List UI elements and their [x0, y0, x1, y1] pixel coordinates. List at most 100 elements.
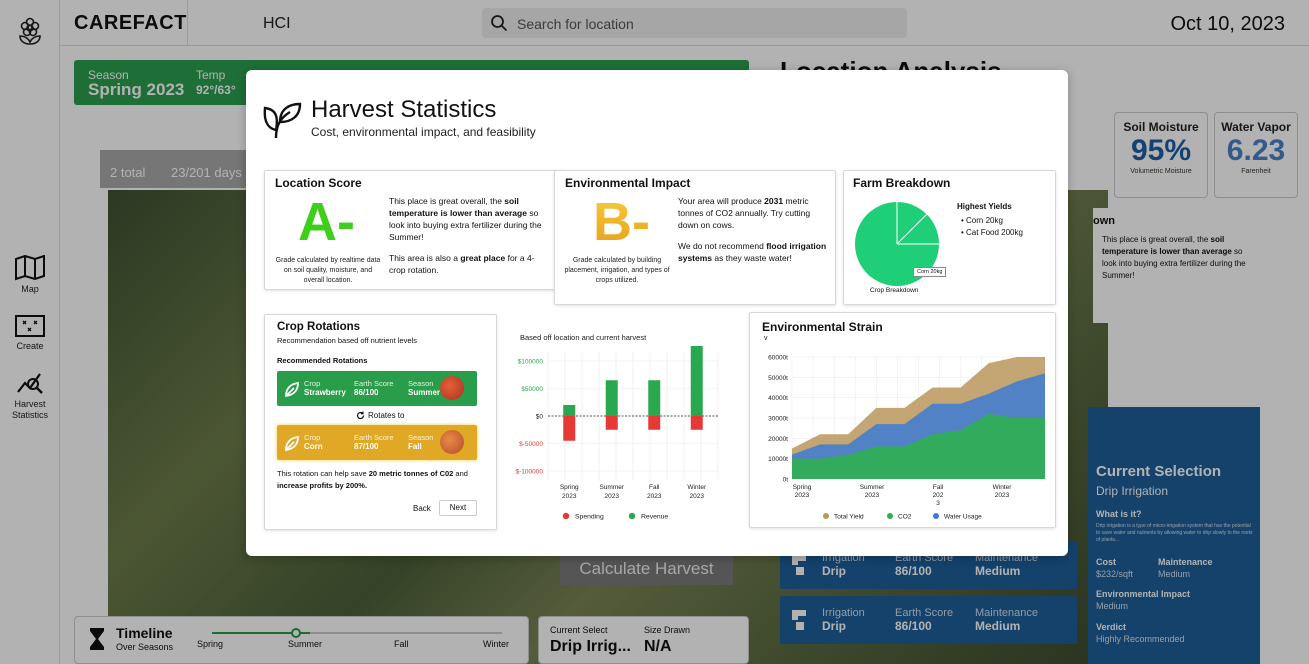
- bar-spending: [690, 416, 703, 430]
- bar-revenue: [605, 380, 618, 416]
- x-tick-label: 2023: [605, 493, 620, 500]
- environmental-grade: B-: [593, 192, 650, 252]
- y-tick-label: $50000: [521, 386, 543, 393]
- rotation-label: Season: [408, 379, 434, 388]
- finance-chart-sub: Based off location and current harvest: [520, 333, 647, 342]
- x-tick-label: 2023: [995, 492, 1010, 499]
- environmental-strain-chart[interactable]: 60000t 50000t 40000t 30000t 20000t 10000t 0t Sp…: [750, 343, 1055, 528]
- y-tick-label: 50000t: [768, 375, 788, 382]
- rotation-value: Strawberry: [304, 388, 346, 397]
- environmental-impact-panel: Environmental Impact B- Grade calculated…: [554, 170, 836, 305]
- leaf-icon: [285, 435, 299, 452]
- y-tick-label: $100000: [518, 359, 544, 366]
- pie-caption: Crop Breakdown: [870, 287, 919, 294]
- x-tick-label: 2023: [690, 493, 705, 500]
- y-tick-label: 10000t: [768, 456, 788, 463]
- rotation-label: Crop: [304, 433, 321, 442]
- x-tick-label: 2023: [865, 492, 880, 499]
- x-tick-label: 2023: [795, 492, 810, 499]
- legend-marker: [887, 513, 893, 519]
- next-button[interactable]: Next: [439, 500, 477, 516]
- bar-revenue: [563, 405, 576, 416]
- y-tick-label: 40000t: [768, 395, 788, 402]
- x-tick-label: Summer: [599, 484, 624, 491]
- rotation-label: Earth Score: [354, 433, 394, 442]
- x-tick-label: Summer: [860, 484, 885, 491]
- rotation-card-strawberry[interactable]: Crop Strawberry Earth Score 86/100 Seaso…: [277, 371, 477, 406]
- environmental-text: Your area will produce 2031 metric tonne…: [678, 196, 827, 263]
- panel-title: Environmental Impact: [565, 176, 691, 190]
- modal-subtitle: Cost, environmental impact, and feasibil…: [311, 125, 536, 139]
- panel-title: Crop Rotations: [277, 321, 361, 333]
- rotation-value: 87/100: [354, 442, 379, 451]
- legend-marker: [933, 513, 939, 519]
- strawberry-image: [440, 376, 464, 400]
- x-tick-label: 3: [936, 500, 940, 507]
- leaf-icon: [263, 102, 302, 139]
- crop-rotations-panel: Crop Rotations Recommendation based off …: [264, 314, 497, 530]
- legend-label: Water Usage: [944, 514, 982, 521]
- x-tick-label: Winter: [993, 484, 1013, 491]
- bar-spending: [605, 416, 618, 430]
- x-tick-label: Fall: [649, 484, 660, 491]
- panel-title: Location Score: [275, 176, 362, 190]
- modal-title: Harvest Statistics: [311, 96, 497, 123]
- rotation-value: Corn: [304, 442, 323, 451]
- y-tick-label: 20000t: [768, 436, 788, 443]
- rotation-value: Summer: [408, 388, 441, 397]
- finance-bar-chart[interactable]: $100000 $50000 $0 $-50000 $-100000 Spring 2023…: [508, 346, 728, 526]
- farm-breakdown-panel: Farm Breakdown Corn 20kg Crop Breakdown …: [843, 170, 1056, 305]
- bar-spending: [563, 416, 576, 441]
- rotation-card-corn[interactable]: Crop Corn Earth Score 87/100 Season Fall: [277, 425, 477, 460]
- rotation-value: Fall: [408, 442, 422, 451]
- legend-label: CO2: [898, 514, 912, 521]
- rotations-sub: Recommendation based off nutrient levels: [277, 336, 417, 345]
- location-score-panel: Location Score A- Grade calculated by re…: [264, 170, 564, 290]
- location-grade: A-: [298, 192, 355, 252]
- y-tick-label: $-100000: [516, 469, 544, 476]
- legend-marker: [628, 512, 636, 520]
- bar-revenue: [690, 346, 703, 416]
- rotations-heading: Recommended Rotations: [277, 356, 368, 365]
- legend-label: Total Yield: [834, 514, 864, 521]
- x-tick-label: Winter: [687, 484, 707, 491]
- yields-title: Highest Yields: [957, 202, 1012, 211]
- corn-image: [440, 430, 464, 454]
- rotation-label: Season: [408, 433, 434, 442]
- yield-item: • Corn 20kg: [961, 216, 1003, 225]
- legend-marker: [823, 513, 829, 519]
- panel-title: Farm Breakdown: [853, 176, 951, 190]
- back-button[interactable]: Back: [413, 504, 431, 513]
- x-tick-label: 202: [933, 492, 944, 499]
- x-tick-label: 2023: [647, 493, 662, 500]
- rotation-savings: This rotation can help save 20 metric to…: [277, 469, 468, 490]
- strain-ylabel: v: [764, 335, 768, 342]
- legend-label: Revenue: [641, 514, 668, 521]
- rotation-label: Earth Score: [354, 379, 394, 388]
- legend-marker: [562, 512, 570, 520]
- yields-list: • Corn 20kg • Cat Food 200kg: [961, 215, 1023, 239]
- rotate-icon: [356, 411, 365, 420]
- panel-title: Environmental Strain: [762, 320, 883, 334]
- pie-tooltip: Corn 20kg: [913, 267, 947, 277]
- x-tick-label: Spring: [793, 484, 812, 491]
- location-text: This place is great overall, the soil te…: [389, 196, 542, 275]
- bar-spending: [648, 416, 661, 430]
- x-tick-label: Spring: [560, 484, 579, 491]
- y-tick-label: $-50000: [519, 441, 543, 448]
- harvest-statistics-modal: Harvest Statistics Cost, environmental i…: [246, 70, 1068, 556]
- y-tick-label: 30000t: [768, 416, 788, 423]
- y-tick-label: 60000t: [768, 355, 788, 362]
- x-tick-label: 2023: [562, 493, 577, 500]
- bar-revenue: [648, 380, 661, 416]
- grade-note: Grade calculated by building placement, …: [564, 257, 670, 284]
- grade-note: Grade calculated by realtime data on soi…: [275, 257, 381, 284]
- environmental-strain-panel: Environmental Strain v 60000t 50000t 40000…: [749, 312, 1056, 528]
- yield-item: • Cat Food 200kg: [961, 228, 1023, 237]
- y-tick-label: $0: [536, 414, 544, 421]
- rotates-to-label: Rotates to: [368, 411, 405, 420]
- y-tick-label: 0t: [783, 477, 789, 484]
- x-tick-label: Fall: [933, 484, 944, 491]
- legend-label: Spending: [575, 514, 604, 521]
- rotation-value: 86/100: [354, 388, 379, 397]
